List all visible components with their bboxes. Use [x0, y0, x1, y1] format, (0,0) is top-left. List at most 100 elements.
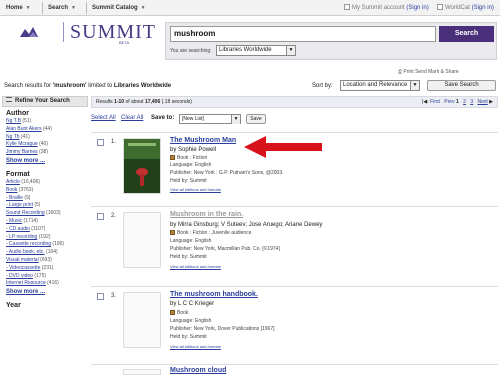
account-icon [437, 4, 443, 10]
facet-item[interactable]: - LP recording (192) [6, 234, 88, 242]
nav-divider [86, 2, 87, 14]
result-number: 3. [111, 293, 117, 299]
result-title-link[interactable]: Mushroom cloud [170, 367, 226, 375]
facet-item[interactable]: - Cassette recording (190) [6, 241, 88, 249]
book-icon [170, 230, 175, 235]
search-button[interactable]: Search [439, 26, 494, 42]
result-row: 3. The mushroom handbook. by L C C Krieg… [91, 286, 498, 362]
clear-all-link[interactable]: Clear All [121, 113, 143, 123]
show-more-authors-link[interactable]: Show more ... [6, 157, 88, 166]
nav-search[interactable]: Search ▼ [48, 3, 76, 13]
result-language: Language: English [170, 162, 212, 168]
results-for-line: Search results for 'mushroom' limited to… [4, 83, 172, 89]
next-page-link[interactable]: Next [477, 99, 487, 105]
save-button[interactable]: Save [246, 114, 266, 124]
facet-heading: Year [6, 302, 21, 310]
save-to-label: Save to: [151, 115, 175, 121]
search-panel: mushroom Search You are searching: Libra… [165, 22, 497, 60]
chevron-down-icon: ▼ [71, 5, 76, 11]
save-to-select[interactable]: [New List] ▼ [179, 114, 241, 124]
search-input[interactable]: mushroom [170, 26, 436, 42]
worldcat-sign-in-link[interactable]: (Sign in) [472, 5, 494, 11]
result-checkbox[interactable] [97, 139, 104, 146]
facet-item[interactable]: - Braille (9) [6, 195, 88, 203]
first-page-icon: |◀ [422, 99, 428, 105]
facet-author: Author Ng T.B (51) Alan Bunt Akers (44) … [2, 110, 88, 166]
nav-home[interactable]: Home ▼ [6, 3, 31, 13]
my-account: My Summit account (Sign in) [344, 3, 429, 13]
result-checkbox[interactable] [97, 213, 104, 220]
sort-label: Sort by: [312, 83, 333, 89]
facet-item[interactable]: Visual material (693) [6, 257, 88, 265]
view-all-editions-link[interactable]: View all editions and formats [170, 264, 221, 269]
page-2-link[interactable]: 2 [463, 99, 466, 105]
facet-item[interactable]: Kylie Mcrague (40) [6, 141, 88, 149]
book-icon [170, 310, 175, 315]
page-3-link[interactable]: 3 [470, 99, 473, 105]
nav-summit-catalog[interactable]: Summit Catalog ▼ [92, 3, 146, 13]
facet-item[interactable]: - DVD video (175) [6, 273, 88, 281]
facet-item[interactable]: Alan Bunt Akers (44) [6, 126, 88, 134]
result-row: Mushroom cloud [91, 364, 498, 375]
result-language: Language: English [170, 318, 212, 324]
account-sign-in-link[interactable]: (Sign in) [406, 5, 428, 11]
next-page-icon: ▶ [487, 99, 493, 105]
top-nav-bar: Home ▼ Search ▼ Summit Catalog ▼ My Summit … [0, 0, 500, 16]
chevron-down-icon: ▼ [25, 5, 31, 11]
facet-item[interactable]: Jimmy Barnes (38) [6, 149, 88, 157]
book-icon [170, 155, 175, 160]
chevron-down-icon: ▼ [231, 115, 240, 124]
scope-select[interactable]: Libraries Worldwide ▼ [216, 45, 296, 56]
alliance-logo[interactable] [16, 24, 61, 41]
facet-item[interactable]: - CD audio (1107) [6, 226, 88, 234]
book-cover-image[interactable] [123, 138, 161, 194]
facet-item[interactable]: Book (3763) [6, 187, 88, 195]
result-held-by: Held by: Summit [170, 334, 207, 340]
alliance-logo-graphic [20, 27, 38, 37]
print-send-share[interactable]: ⎙ Print Send Mark & Share [398, 69, 459, 75]
facet-item[interactable]: - Music (1714) [6, 218, 88, 226]
pagination: |◀ First Prev 1 2 3 Next ▶ [422, 97, 493, 107]
result-language: Language: English [170, 238, 212, 244]
select-all-link[interactable]: Select All [91, 113, 116, 123]
facet-item[interactable]: - Large print (5) [6, 202, 88, 210]
facet-item[interactable]: - Videocassette (231) [6, 265, 88, 273]
red-arrow-icon [244, 136, 322, 158]
result-author: by Mirra Ginsburg; V Suteev; Jose Aruego… [170, 222, 323, 228]
result-held-by: Held by: Summit [170, 254, 207, 260]
result-title-link[interactable]: The Mushroom Man [170, 137, 236, 145]
view-all-editions-link[interactable]: View all editions and formats [170, 344, 221, 349]
facet-item[interactable]: Ng T.B (51) [6, 118, 88, 126]
facet-item[interactable]: Ng Tb (41) [6, 134, 88, 142]
nav-divider [42, 2, 43, 14]
result-author: by L C C Krieger [170, 301, 215, 307]
show-more-formats-link[interactable]: Show more ... [6, 288, 88, 297]
result-author: by Sophie Powell [170, 147, 217, 153]
first-page-link[interactable]: First [430, 99, 440, 105]
result-number: 2. [111, 213, 117, 219]
beta-label: BETA [119, 40, 130, 45]
facet-item[interactable]: Article (10,406) [6, 179, 88, 187]
save-search-button[interactable]: Save Search [427, 80, 496, 91]
summit-wordmark[interactable]: SUMMIT [70, 22, 156, 42]
view-all-editions-link[interactable]: View all editions and formats [170, 187, 221, 192]
result-title-link[interactable]: Mushroom in the rain. [170, 211, 243, 219]
worldcat-account: WorldCat (Sign in) [437, 3, 494, 13]
result-checkbox[interactable] [97, 293, 104, 300]
result-title-link[interactable]: The mushroom handbook. [170, 291, 258, 299]
prev-page-link[interactable]: Prev [444, 99, 454, 105]
facet-item[interactable]: - Audio book, etc. (104) [6, 249, 88, 257]
logo-divider [63, 22, 64, 42]
result-publisher: Publisher: New York, Macmillan Pub. Co. … [170, 246, 280, 252]
facet-format: Format Article (10,406) Book (3763) - Br… [2, 171, 88, 297]
facet-item[interactable]: Sound Recording (1603) [6, 210, 88, 218]
refine-sidebar: Refine Your Search Author Ng T.B (51) Al… [2, 96, 88, 373]
sort-select[interactable]: Location and Relevance ▼ [340, 80, 420, 91]
facet-item[interactable]: Internet Resource (416) [6, 280, 88, 288]
book-cover-placeholder [123, 292, 161, 348]
list-icon [6, 97, 12, 102]
refine-header: Refine Your Search [2, 96, 88, 107]
you-are-searching-label: You are searching: [170, 48, 212, 54]
printer-icon: ⎙ [398, 69, 403, 75]
book-cover-placeholder [123, 212, 161, 268]
